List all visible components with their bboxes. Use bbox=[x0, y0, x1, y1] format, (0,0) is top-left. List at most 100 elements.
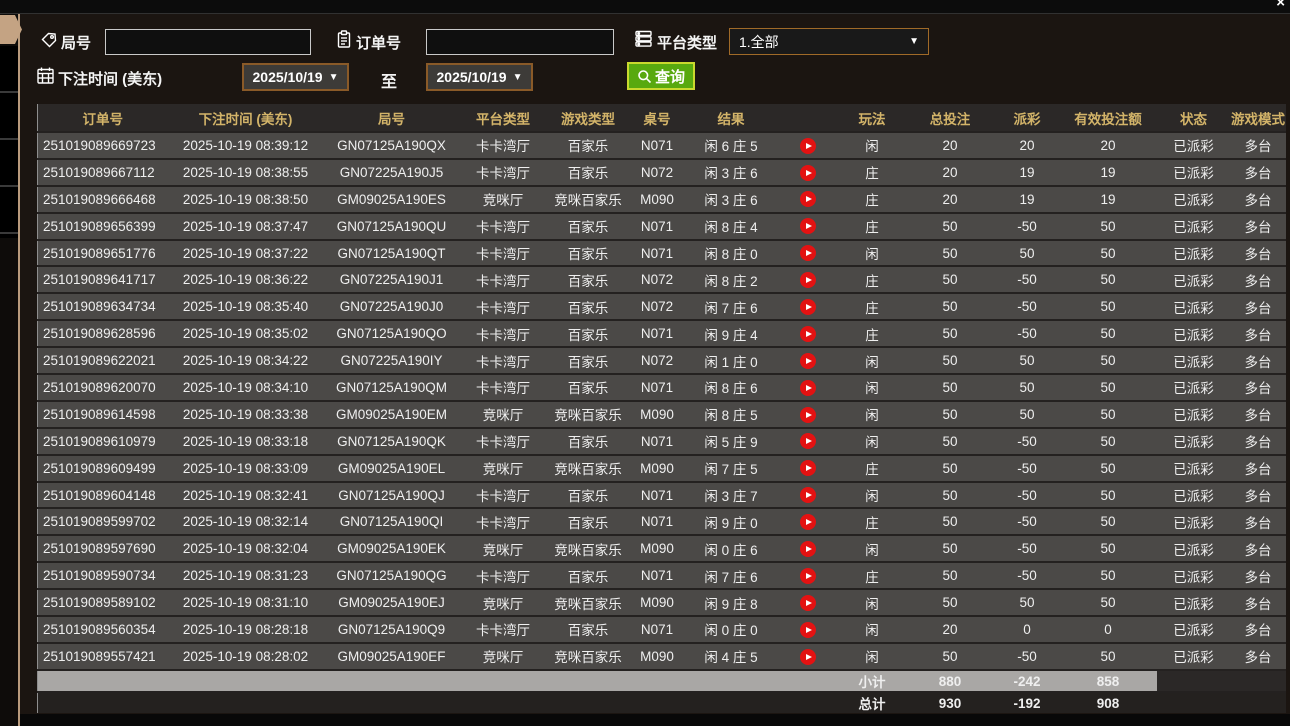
column-header: 下注时间 (美东) bbox=[168, 104, 324, 132]
column-header: 游戏模式 bbox=[1231, 104, 1286, 132]
replay-button[interactable] bbox=[800, 165, 816, 181]
payout: 20 bbox=[995, 132, 1060, 159]
platform: 卡卡湾厅 bbox=[460, 482, 547, 509]
grandtotal-row: 总计 930 -192 908 bbox=[38, 692, 1286, 713]
column-header: 总投注 bbox=[906, 104, 995, 132]
close-button[interactable]: × bbox=[1276, 0, 1285, 12]
round-id: GM09025A190EF bbox=[324, 643, 460, 670]
round-id: GN07125A190QM bbox=[324, 374, 460, 401]
round-id: GN07125A190QI bbox=[324, 508, 460, 535]
bet-time: 2025-10-19 08:31:10 bbox=[168, 589, 324, 616]
status: 已派彩 bbox=[1157, 455, 1231, 482]
game-mode: 多台 bbox=[1231, 213, 1286, 240]
table-row: 2510190896347342025-10-19 08:35:40GN0722… bbox=[38, 293, 1286, 320]
valid-bet: 50 bbox=[1060, 508, 1157, 535]
platform: 竞咪厅 bbox=[460, 401, 547, 428]
platform: 卡卡湾厅 bbox=[460, 562, 547, 589]
replay-button[interactable] bbox=[800, 380, 816, 396]
status: 已派彩 bbox=[1157, 535, 1231, 562]
round-id: GN07125A190QK bbox=[324, 428, 460, 455]
game-type: 竞咪百家乐 bbox=[547, 643, 630, 670]
valid-bet: 50 bbox=[1060, 643, 1157, 670]
replay-button[interactable] bbox=[800, 514, 816, 530]
game-type: 百家乐 bbox=[547, 508, 630, 535]
result: 闲 8 庄 4 bbox=[685, 213, 778, 240]
platform: 竞咪厅 bbox=[460, 535, 547, 562]
status: 已派彩 bbox=[1157, 132, 1231, 159]
replay-button[interactable] bbox=[800, 138, 816, 154]
game-type: 百家乐 bbox=[547, 616, 630, 643]
table-no: M090 bbox=[630, 589, 685, 616]
platform: 竞咪厅 bbox=[460, 589, 547, 616]
replay-cell bbox=[778, 589, 839, 616]
replay-button[interactable] bbox=[800, 433, 816, 449]
table-no: N071 bbox=[630, 374, 685, 401]
subtotal-tail bbox=[1157, 670, 1286, 692]
table-no: N072 bbox=[630, 347, 685, 374]
table-no: N071 bbox=[630, 132, 685, 159]
order-id: 251019089597690 bbox=[38, 535, 168, 562]
round-input[interactable] bbox=[105, 29, 311, 55]
order-id: 251019089599702 bbox=[38, 508, 168, 535]
grandtotal-payout: -192 bbox=[995, 692, 1060, 713]
replay-button[interactable] bbox=[800, 245, 816, 261]
valid-bet: 50 bbox=[1060, 213, 1157, 240]
replay-button[interactable] bbox=[800, 595, 816, 611]
payout: 50 bbox=[995, 347, 1060, 374]
status: 已派彩 bbox=[1157, 374, 1231, 401]
platform-select[interactable]: 1.全部 ▼ bbox=[729, 28, 929, 55]
table-no: M090 bbox=[630, 643, 685, 670]
table-no: N071 bbox=[630, 240, 685, 267]
search-button[interactable]: 查询 bbox=[627, 62, 695, 90]
replay-button[interactable] bbox=[800, 649, 816, 665]
replay-button[interactable] bbox=[800, 299, 816, 315]
bet-time: 2025-10-19 08:34:22 bbox=[168, 347, 324, 374]
valid-bet: 50 bbox=[1060, 482, 1157, 509]
play-icon bbox=[806, 492, 812, 498]
date-to-select[interactable]: 2025/10/19 ▼ bbox=[426, 63, 533, 91]
status: 已派彩 bbox=[1157, 616, 1231, 643]
play-icon bbox=[806, 196, 812, 202]
table-row: 2510190896563992025-10-19 08:37:47GN0712… bbox=[38, 213, 1286, 240]
status: 已派彩 bbox=[1157, 240, 1231, 267]
chevron-down-icon: ▼ bbox=[513, 72, 523, 83]
order-id: 251019089666468 bbox=[38, 186, 168, 213]
game-type: 百家乐 bbox=[547, 213, 630, 240]
calendar-icon bbox=[36, 66, 55, 85]
game-mode: 多台 bbox=[1231, 401, 1286, 428]
replay-cell bbox=[778, 643, 839, 670]
total-bet: 20 bbox=[906, 616, 995, 643]
replay-button[interactable] bbox=[800, 218, 816, 234]
valid-bet: 19 bbox=[1060, 159, 1157, 186]
replay-button[interactable] bbox=[800, 353, 816, 369]
replay-cell bbox=[778, 562, 839, 589]
valid-bet: 50 bbox=[1060, 374, 1157, 401]
replay-button[interactable] bbox=[800, 460, 816, 476]
total-bet: 50 bbox=[906, 374, 995, 401]
order-input[interactable] bbox=[426, 29, 614, 55]
play-icon bbox=[806, 412, 812, 418]
replay-button[interactable] bbox=[800, 272, 816, 288]
game-mode: 多台 bbox=[1231, 562, 1286, 589]
replay-button[interactable] bbox=[800, 326, 816, 342]
order-id: 251019089589102 bbox=[38, 589, 168, 616]
total-bet: 50 bbox=[906, 589, 995, 616]
payout: 19 bbox=[995, 159, 1060, 186]
table-no: N071 bbox=[630, 213, 685, 240]
replay-button[interactable] bbox=[800, 568, 816, 584]
replay-button[interactable] bbox=[800, 541, 816, 557]
table-no: N071 bbox=[630, 508, 685, 535]
game-type: 竞咪百家乐 bbox=[547, 401, 630, 428]
payout: -50 bbox=[995, 320, 1060, 347]
replay-button[interactable] bbox=[800, 407, 816, 423]
result: 闲 9 庄 4 bbox=[685, 320, 778, 347]
total-bet: 50 bbox=[906, 428, 995, 455]
replay-button[interactable] bbox=[800, 191, 816, 207]
valid-bet: 50 bbox=[1060, 589, 1157, 616]
replay-button[interactable] bbox=[800, 487, 816, 503]
order-id: 251019089557421 bbox=[38, 643, 168, 670]
date-from-select[interactable]: 2025/10/19 ▼ bbox=[242, 63, 349, 91]
replay-button[interactable] bbox=[800, 622, 816, 638]
total-bet: 50 bbox=[906, 535, 995, 562]
total-bet: 50 bbox=[906, 562, 995, 589]
